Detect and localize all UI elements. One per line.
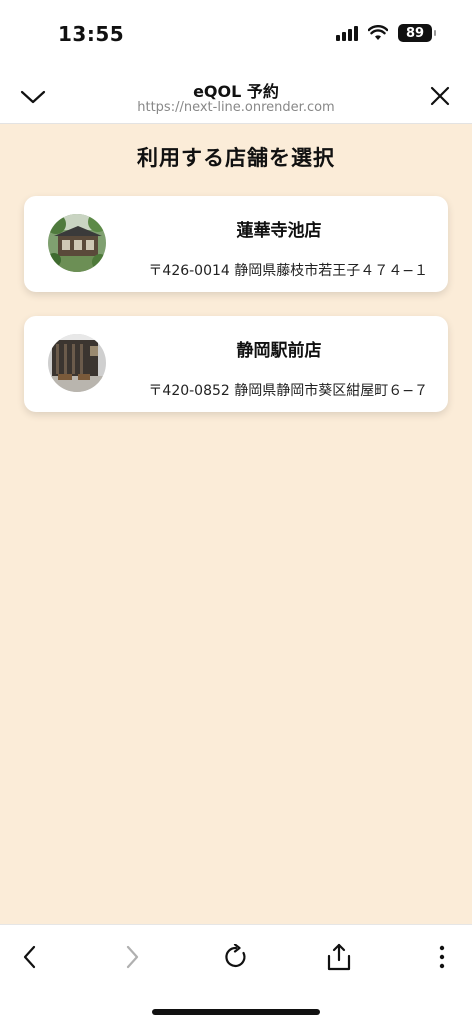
store-card-rengejiike[interactable]: 蓮華寺池店 〒426-0014 静岡県藤枝市若王子４７４−１: [24, 196, 448, 292]
close-icon: [430, 86, 450, 106]
share-button[interactable]: [321, 939, 357, 975]
back-button[interactable]: [12, 939, 48, 975]
page-url: https://next-line.onrender.com: [137, 100, 335, 115]
status-icons: 89: [336, 24, 436, 42]
store-card-shizuoka-ekimae[interactable]: 静岡駅前店 〒420-0852 静岡県静岡市葵区紺屋町６−７: [24, 316, 448, 412]
reload-button[interactable]: [218, 939, 254, 975]
store-name: 蓮華寺池店: [236, 221, 322, 241]
browser-header: eQOL 予約 https://next-line.onrender.com: [0, 66, 472, 124]
back-icon: [23, 945, 36, 969]
main-content: 利用する店舗を選択 蓮華寺池店 〒426-0014 静岡県藤枝市若王子４７４−１: [0, 124, 472, 924]
store-address: 〒420-0852 静岡県静岡市葵区紺屋町６−７: [148, 383, 428, 399]
status-time: 13:55: [58, 22, 125, 46]
home-indicator[interactable]: [152, 1009, 320, 1015]
store-photo: [48, 334, 106, 392]
page-title: 利用する店舗を選択: [137, 146, 335, 170]
store-photo: [48, 214, 106, 272]
reload-icon: [225, 944, 246, 968]
share-icon: [327, 943, 351, 971]
more-button[interactable]: [424, 939, 460, 975]
status-bar: 13:55 89: [0, 0, 472, 66]
more-icon: [439, 945, 445, 969]
battery-icon: 89: [398, 24, 436, 42]
forward-button[interactable]: [114, 939, 150, 975]
page-title-header: eQOL 予約: [193, 82, 279, 101]
cellular-signal-icon: [336, 25, 358, 41]
close-button[interactable]: [428, 84, 452, 108]
store-name: 静岡駅前店: [236, 341, 322, 361]
bottom-toolbar: [0, 924, 472, 1024]
store-address: 〒426-0014 静岡県藤枝市若王子４７４−１: [148, 263, 428, 279]
wifi-icon: [368, 25, 388, 40]
forward-icon: [126, 945, 139, 969]
battery-level: 89: [405, 25, 425, 41]
